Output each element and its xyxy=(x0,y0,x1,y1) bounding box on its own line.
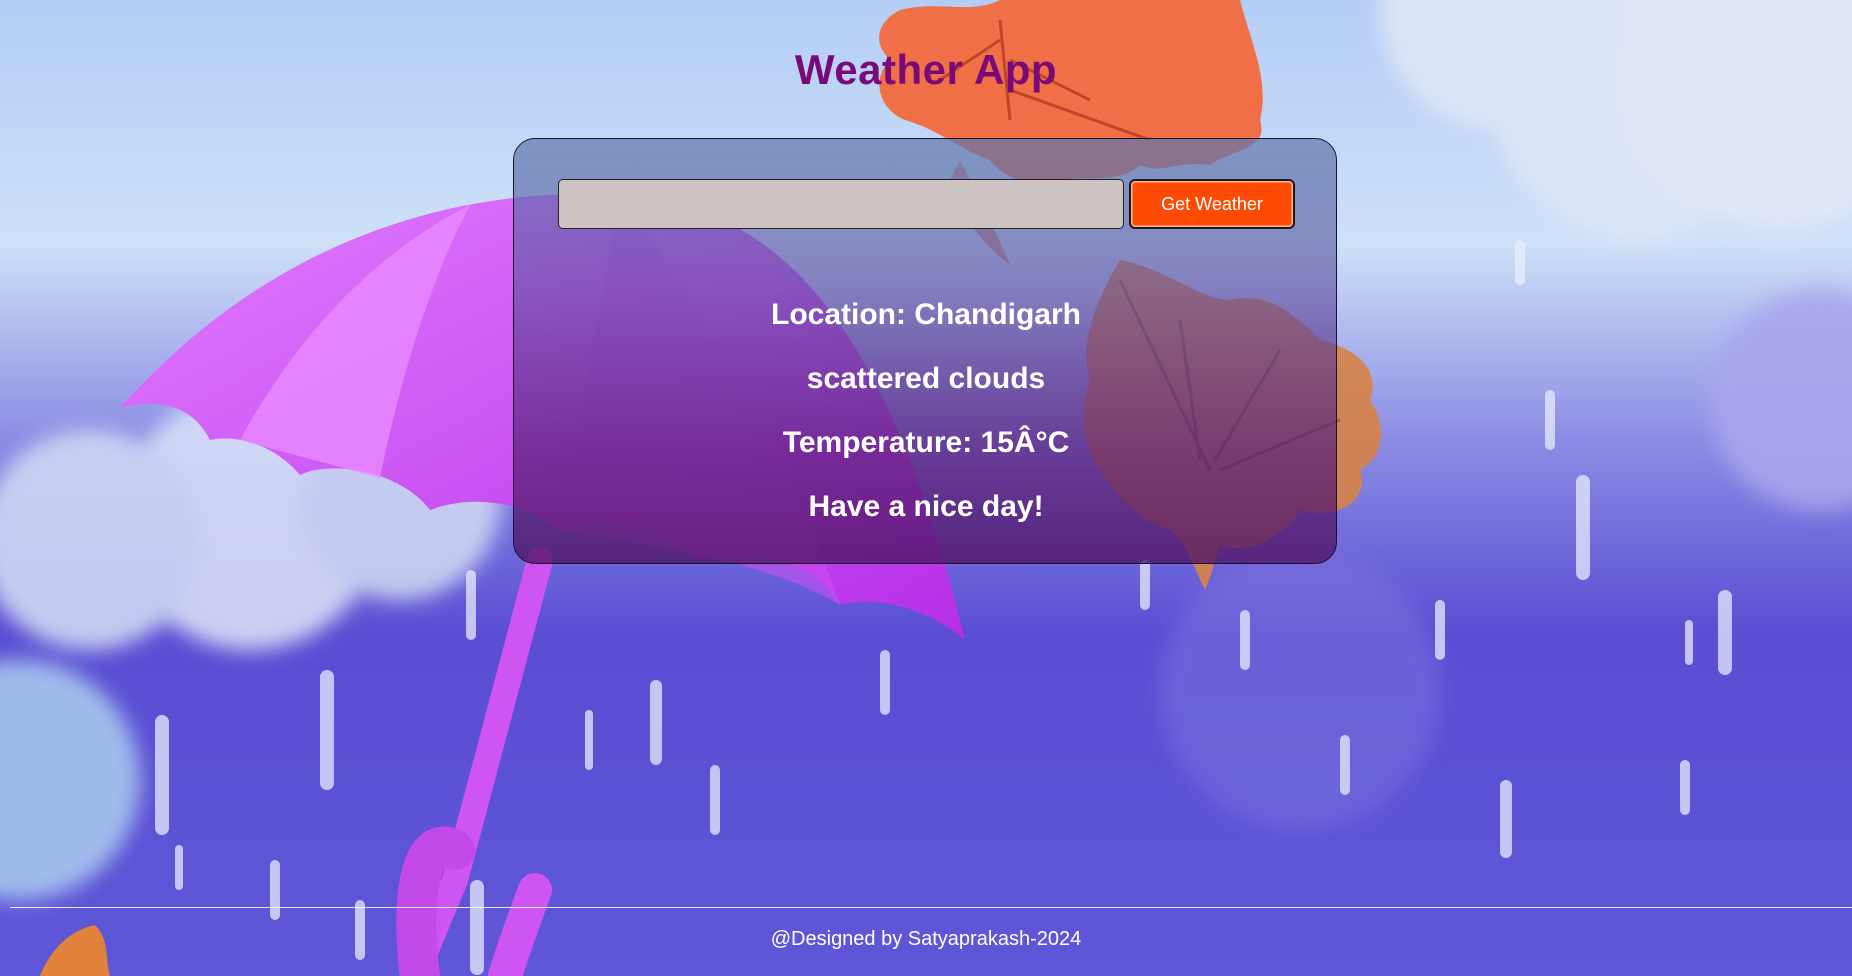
app-title: Weather App xyxy=(794,46,1058,93)
get-weather-button[interactable]: Get Weather xyxy=(1129,179,1295,229)
weather-description: scattered clouds xyxy=(806,362,1046,395)
weather-card: Get Weather Location: Chandigarh scatter… xyxy=(513,138,1337,564)
city-search-input[interactable] xyxy=(558,179,1124,229)
temperature-text: Temperature: 15Â°C xyxy=(782,426,1070,459)
greeting-message: Have a nice day! xyxy=(808,490,1044,523)
location-text: Location: Chandigarh xyxy=(771,298,1081,331)
footer-credit: @Designed by Satyaprakash-2024 xyxy=(770,928,1082,950)
footer-divider xyxy=(10,907,1852,908)
